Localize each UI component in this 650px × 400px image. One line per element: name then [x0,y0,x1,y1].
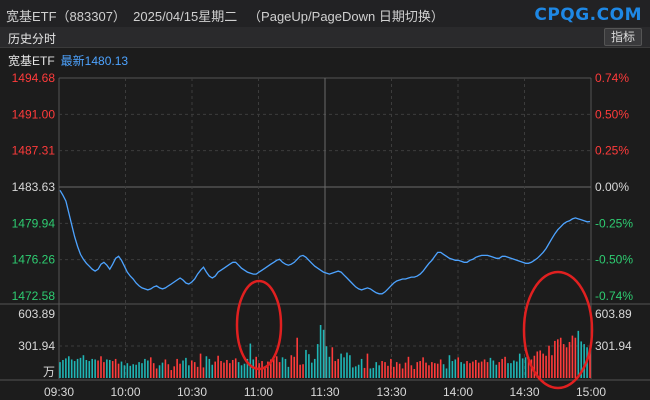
volume-tick-label: 603.89 [18,307,55,321]
price-tick-label: 1491.00 [12,107,56,121]
time-tick-label: 14:00 [443,385,473,399]
pct-tick-label: -0.74% [595,289,633,303]
price-tick-label: 1483.63 [12,180,56,194]
price-tick-label: 1476.26 [12,253,56,267]
pct-tick-label: 0.74% [595,71,629,85]
price-tick-label: 1487.31 [12,144,56,158]
time-tick-label: 14:30 [509,385,539,399]
pct-tick-label: -0.25% [595,216,633,230]
pct-tick-label: 0.25% [595,144,629,158]
time-tick-label: 10:30 [177,385,207,399]
volume-tick-label: 603.89 [595,307,632,321]
price-tick-label: 1494.68 [12,71,56,85]
time-tick-label: 11:00 [244,385,273,399]
volume-tick-label: 301.94 [595,339,632,353]
volume-tick-label: 301.94 [18,339,55,353]
time-tick-label: 10:00 [110,385,140,399]
time-tick-label: 13:30 [376,385,406,399]
time-tick-label: 15:00 [576,385,606,399]
price-tick-label: 1472.58 [12,289,56,303]
time-tick-label: 11:30 [310,385,339,399]
time-tick-label: 09:30 [44,385,74,399]
volume-unit-label: 万 [43,365,55,379]
pct-tick-label: 0.00% [595,180,629,194]
intraday-chart[interactable]: 1494.68 0.74% 1491.00 0.50% 1487.31 0.25% 1483… [0,0,650,400]
pct-tick-label: -0.50% [595,253,633,267]
pct-tick-label: 0.50% [595,107,629,121]
price-tick-label: 1479.94 [12,216,56,230]
